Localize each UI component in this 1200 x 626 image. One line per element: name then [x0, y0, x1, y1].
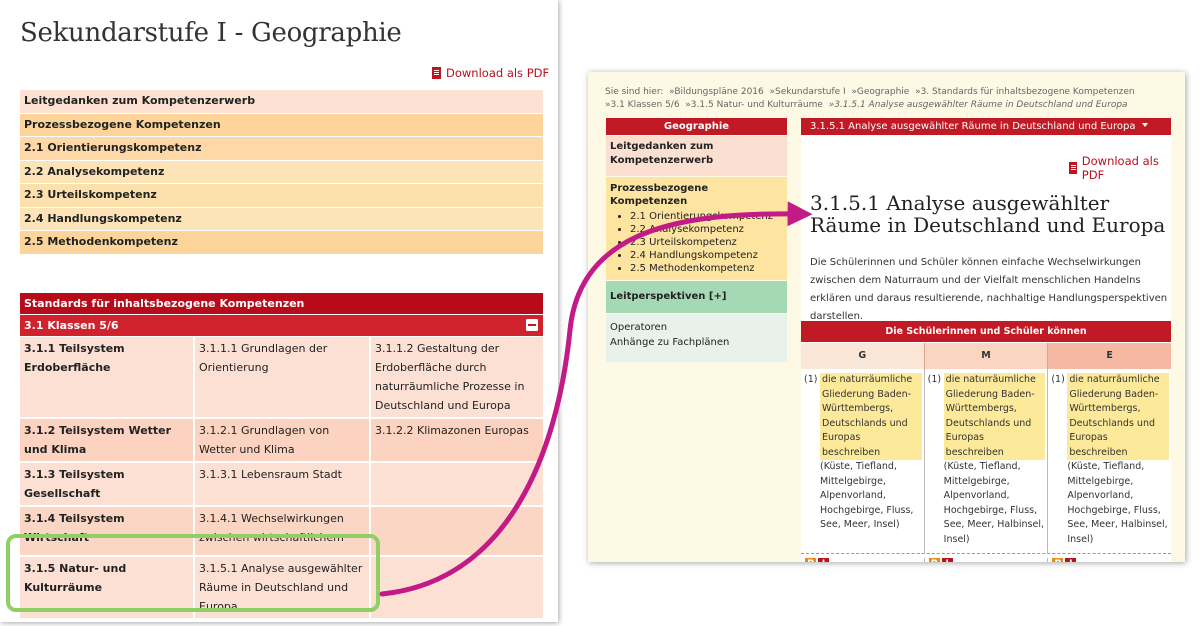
left-overview-panel: Sekundarstufe I - Geographie Download al…	[0, 0, 558, 622]
standard-dropdown-label: 3.1.5.1 Analyse ausgewählter Räume in De…	[810, 121, 1136, 132]
sidebar-item-operatoren[interactable]: Operatoren	[610, 320, 783, 335]
competency-item-urteil[interactable]: 2.3 Urteilskompetenz	[20, 184, 543, 207]
main-content: 3.1.5.1 Analyse ausgewählter Räume in De…	[801, 118, 1172, 562]
standard-link[interactable]: 3.1.3.1 Lebensraum Stadt	[199, 468, 342, 481]
standard-heading: 3.1.5.1 Analyse ausgewählter Räume in De…	[810, 191, 1166, 237]
competency-detail: (Küste, Tiefland, Mittelgebirge, Alpenvo…	[943, 461, 1045, 545]
competency-highlight: die naturräumliche Gliederung Baden-Würt…	[943, 373, 1046, 460]
sidebar-subject-title: Geographie	[606, 118, 787, 135]
breadcrumb-item[interactable]: »Sekundarstufe I	[770, 87, 846, 97]
standard-link[interactable]: 3.1.2.2 Klimazonen Europas	[375, 424, 529, 437]
download-pdf-label: Download als PDF	[446, 66, 550, 80]
tag-cell: P I	[923, 558, 1048, 562]
sidebar-subitem-urteil[interactable]: 2.3 Urteilskompetenz	[630, 236, 783, 249]
competency-detail: (Küste, Tiefland, Mittelgebirge, Alpenvo…	[1067, 461, 1168, 545]
level-g-header: G	[801, 343, 924, 369]
breadcrumb-prefix: Sie sind hier:	[605, 87, 664, 97]
sidebar-subitem-orientierung[interactable]: 2.1 Orientierungskompetenz	[630, 210, 783, 223]
competency-item-leitgedanken[interactable]: Leitgedanken zum Kompetenzerwerb	[20, 90, 543, 113]
competency-item-orientierung[interactable]: 2.1 Orientierungskompetenz	[20, 137, 543, 160]
competency-item-prozessbezogen[interactable]: Prozessbezogene Kompetenzen	[20, 113, 543, 136]
info-tag-badge[interactable]: I	[818, 558, 829, 562]
breadcrumb-item[interactable]: »3.1 Klassen 5/6	[605, 100, 680, 110]
competency-row: (1) die naturräumliche Gliederung Baden-…	[801, 369, 1171, 554]
standards-header: Standards für inhaltsbezogene Kompetenze…	[20, 293, 543, 314]
competency-item-handlung[interactable]: 2.4 Handlungskompetenz	[20, 207, 543, 230]
standard-link[interactable]: 3.1.5.1 Analyse ausgewählter Räume in De…	[199, 562, 362, 613]
competency-highlight: die naturräumliche Gliederung Baden-Würt…	[1067, 373, 1170, 460]
competency-detail: (Küste, Tiefland, Mittelgebirge, Alpenvo…	[820, 461, 914, 530]
competency-number: (1)	[927, 374, 942, 385]
topic-link[interactable]: 3.1.2 Teilsystem Wetter und Klima	[24, 424, 171, 456]
download-pdf-link[interactable]: Download als PDF	[1069, 154, 1171, 182]
tag-row: P I P I P I	[801, 554, 1171, 562]
sidebar-subitem-handlung[interactable]: 2.4 Handlungskompetenz	[630, 249, 783, 262]
level-e-header: E	[1047, 343, 1172, 369]
topic-link[interactable]: 3.1.4 Teilsystem Wirtschaft	[24, 512, 125, 544]
process-tag-badge[interactable]: P	[928, 558, 940, 562]
competency-cell-g: (1) die naturräumliche Gliederung Baden-…	[801, 369, 924, 553]
sidebar-item-prozessbezogen[interactable]: Prozessbezogene Kompetenzen	[610, 182, 783, 208]
breadcrumb-item[interactable]: »3.1.5 Natur- und Kulturräume	[685, 100, 823, 110]
standards-table: 3.1.1 Teilsystem Erdoberfläche 3.1.1.1 G…	[20, 337, 543, 618]
page-title: Sekundarstufe I - Geographie	[20, 18, 402, 48]
topic-link[interactable]: 3.1.5 Natur- und Kulturräume	[24, 562, 126, 594]
table-row-highlighted: 3.1.5 Natur- und Kulturräume 3.1.5.1 Ana…	[20, 555, 543, 618]
competency-item-methoden[interactable]: 2.5 Methodenkompetenz	[20, 231, 543, 254]
standard-link[interactable]: 3.1.1.2 Gestaltung der Erdoberfläche dur…	[375, 342, 524, 412]
process-tag-badge[interactable]: P	[805, 558, 816, 562]
level-m-header: M	[923, 343, 1048, 369]
sidebar-sublist: 2.1 Orientierungskompetenz 2.2 Analyseko…	[610, 210, 783, 275]
sidebar-item-leitgedanken[interactable]: Leitgedanken zum Kompetenzerwerb	[606, 136, 787, 176]
pdf-document-icon	[432, 67, 441, 79]
info-tag-badge[interactable]: I	[941, 558, 953, 562]
table-row: 3.1.2 Teilsystem Wetter und Klima 3.1.2.…	[20, 417, 543, 462]
breadcrumb-item[interactable]: »Geographie	[851, 87, 909, 97]
chevron-down-icon	[1141, 123, 1148, 127]
table-row: 3.1.3 Teilsystem Gesellschaft 3.1.3.1 Le…	[20, 461, 543, 506]
competency-cell-m: (1) die naturräumliche Gliederung Baden-…	[923, 369, 1048, 553]
competency-highlight: die naturräumliche Gliederung Baden-Würt…	[820, 373, 922, 460]
subject-sidebar: Geographie Leitgedanken zum Kompetenzerw…	[606, 118, 787, 369]
tag-cell: P I	[1047, 558, 1171, 562]
competency-cell-e: (1) die naturräumliche Gliederung Baden-…	[1047, 369, 1171, 553]
sidebar-subitem-methoden[interactable]: 2.5 Methodenkompetenz	[630, 262, 783, 275]
competency-number: (1)	[804, 374, 818, 385]
competency-list: Leitgedanken zum Kompetenzerwerb Prozess…	[20, 90, 543, 255]
standard-link[interactable]: 3.1.1.1 Grundlagen der Orientierung	[199, 342, 327, 374]
sidebar-section-prozess: Prozessbezogene Kompetenzen 2.1 Orientie…	[606, 177, 787, 280]
competency-item-analyse[interactable]: 2.2 Analysekompetenz	[20, 160, 543, 183]
sidebar-subitem-analyse[interactable]: 2.2 Analysekompetenz	[630, 223, 783, 236]
competency-table: Die Schülerinnen und Schüler können G M …	[801, 321, 1172, 562]
sidebar-item-leitperspektiven[interactable]: Leitperspektiven [+]	[606, 281, 787, 313]
competency-number: (1)	[1051, 374, 1065, 385]
download-pdf-link[interactable]: Download als PDF	[432, 66, 549, 80]
class-section-header[interactable]: 3.1 Klassen 5/6	[20, 315, 543, 336]
download-pdf-label: Download als PDF	[1081, 154, 1159, 182]
breadcrumb-current: »3.1.5.1 Analyse ausgewählter Räume in D…	[828, 100, 1128, 110]
process-tag-badge[interactable]: P	[1052, 558, 1064, 562]
class-section-label: 3.1 Klassen 5/6	[24, 319, 119, 332]
standard-link[interactable]: 3.1.4.1 Wechselwirkungen zwischen wirtsc…	[199, 509, 365, 547]
breadcrumb: Sie sind hier: »Bildungspläne 2016 »Seku…	[605, 86, 1180, 112]
sidebar-section-other: Operatoren Anhänge zu Fachplänen	[606, 314, 787, 362]
breadcrumb-item[interactable]: »Bildungspläne 2016	[669, 87, 764, 97]
sidebar-item-anhaenge[interactable]: Anhänge zu Fachplänen	[610, 335, 783, 350]
pdf-document-icon	[1069, 162, 1077, 174]
standard-description: Die Schülerinnen und Schüler können einf…	[810, 257, 1168, 322]
level-header-row: G M E	[801, 343, 1172, 369]
info-tag-badge[interactable]: I	[1065, 558, 1077, 562]
topic-link[interactable]: 3.1.3 Teilsystem Gesellschaft	[24, 468, 125, 500]
standard-dropdown[interactable]: 3.1.5.1 Analyse ausgewählter Räume in De…	[801, 118, 1171, 135]
topic-link[interactable]: 3.1.1 Teilsystem Erdoberfläche	[24, 342, 125, 374]
tag-cell: P I	[805, 558, 924, 562]
collapse-icon[interactable]	[526, 319, 538, 331]
competency-table-header: Die Schülerinnen und Schüler können	[801, 321, 1171, 342]
standard-link[interactable]: 3.1.2.1 Grundlagen von Wetter und Klima	[199, 424, 329, 456]
right-detail-panel: Sie sind hier: »Bildungspläne 2016 »Seku…	[588, 72, 1185, 562]
table-row: 3.1.1 Teilsystem Erdoberfläche 3.1.1.1 G…	[20, 337, 543, 418]
table-row: 3.1.4 Teilsystem Wirtschaft 3.1.4.1 Wech…	[20, 505, 543, 556]
breadcrumb-item[interactable]: »3. Standards für inhaltsbezogene Kompet…	[915, 87, 1135, 97]
